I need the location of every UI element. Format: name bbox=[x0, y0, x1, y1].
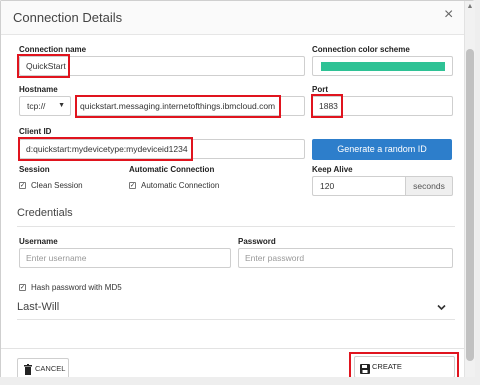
client-id-label: Client ID bbox=[19, 127, 52, 136]
auto-connect-option[interactable]: ✓ Automatic Connection bbox=[129, 181, 219, 190]
last-will-divider bbox=[17, 319, 455, 320]
vertical-scrollbar[interactable]: ▲ bbox=[464, 1, 475, 385]
username-label: Username bbox=[19, 237, 58, 246]
highlight-hostname bbox=[75, 95, 281, 118]
highlight-port bbox=[311, 94, 343, 118]
auto-connect-text: Automatic Connection bbox=[141, 181, 220, 190]
color-scheme-swatch bbox=[321, 62, 445, 71]
chevron-down-icon[interactable] bbox=[437, 303, 446, 313]
connection-name-label: Connection name bbox=[19, 45, 87, 54]
scrollbar-thumb[interactable] bbox=[466, 49, 474, 361]
close-icon[interactable]: × bbox=[444, 6, 453, 24]
keep-alive-input[interactable]: 120 bbox=[312, 176, 405, 196]
checkmark-icon[interactable]: ✓ bbox=[129, 182, 136, 189]
highlight-client-id bbox=[18, 137, 193, 161]
scroll-up-icon[interactable]: ▲ bbox=[465, 2, 475, 12]
username-input[interactable]: Enter username bbox=[19, 248, 231, 268]
chevron-down-icon: ▼ bbox=[58, 102, 65, 109]
credentials-heading: Credentials bbox=[17, 207, 73, 219]
hash-password-option[interactable]: ✓ Hash password with MD5 bbox=[19, 283, 122, 292]
protocol-value: tcp:// bbox=[27, 101, 46, 111]
generate-random-id-button[interactable]: Generate a random ID bbox=[312, 139, 452, 160]
color-scheme-picker[interactable] bbox=[312, 56, 453, 76]
checkmark-icon[interactable]: ✓ bbox=[19, 182, 26, 189]
hostname-label: Hostname bbox=[19, 85, 58, 94]
checkmark-icon[interactable]: ✓ bbox=[19, 284, 26, 291]
last-will-heading[interactable]: Last-Will bbox=[17, 301, 59, 313]
port-label: Port bbox=[312, 85, 328, 94]
credentials-divider bbox=[17, 226, 455, 227]
protocol-select[interactable]: tcp:// ▼ bbox=[19, 96, 71, 116]
keep-alive-group: 120 seconds bbox=[312, 176, 453, 196]
dialog-title: Connection Details bbox=[13, 10, 123, 25]
keep-alive-unit: seconds bbox=[405, 176, 453, 196]
connection-dialog: Connection Details × Connection name Qui… bbox=[0, 0, 475, 385]
hash-password-text: Hash password with MD5 bbox=[31, 283, 122, 292]
password-label: Password bbox=[238, 237, 276, 246]
password-input[interactable]: Enter password bbox=[238, 248, 453, 268]
cancel-label: CANCEL bbox=[35, 364, 66, 373]
dialog-header: Connection Details × bbox=[1, 1, 464, 35]
keep-alive-label: Keep Alive bbox=[312, 165, 353, 174]
clean-session-text: Clean Session bbox=[31, 181, 83, 190]
session-label: Session bbox=[19, 165, 50, 174]
auto-connect-label: Automatic Connection bbox=[129, 165, 215, 174]
cancel-button[interactable]: CANCEL bbox=[17, 358, 69, 379]
clean-session-option[interactable]: ✓ Clean Session bbox=[19, 181, 83, 190]
color-scheme-label: Connection color scheme bbox=[312, 45, 410, 54]
window-bottom-strip bbox=[0, 377, 480, 385]
highlight-connection-name bbox=[17, 54, 70, 78]
